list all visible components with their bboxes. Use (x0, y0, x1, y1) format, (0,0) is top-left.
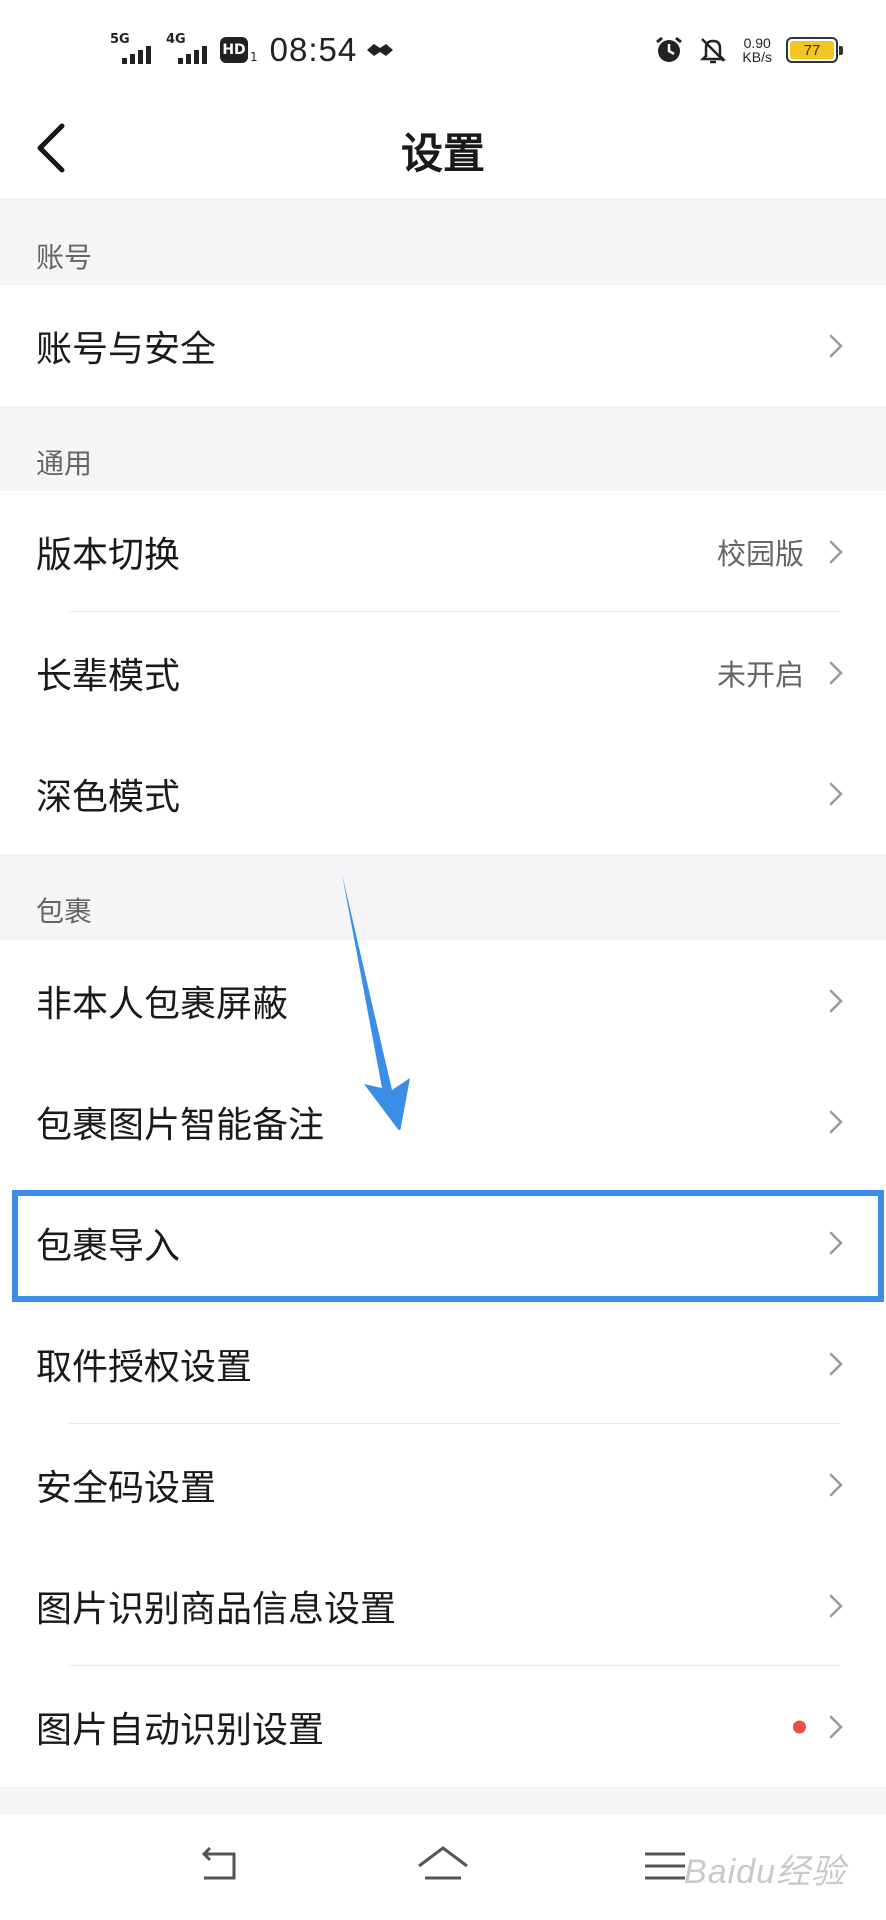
battery-level: 77 (790, 41, 834, 59)
item-value: 未开启 (716, 657, 804, 692)
item-label: 长辈模式 (36, 655, 181, 697)
chevron-right-icon (829, 1352, 843, 1375)
page-title: 设置 (400, 129, 485, 178)
handshake-icon (367, 44, 394, 56)
chevron-right-icon (829, 334, 843, 357)
alarm-icon (656, 36, 683, 62)
item-label: 账号与安全 (36, 328, 217, 370)
status-right: 0.90 KB/s 77 (654, 30, 843, 70)
signal-icon-2: 4G (164, 32, 212, 68)
status-time: 08:54 (269, 31, 358, 68)
chevron-right-icon (829, 1594, 843, 1617)
back-nav-icon[interactable] (190, 1836, 250, 1896)
chevron-right-icon (829, 782, 843, 805)
chevron-right-icon (829, 1473, 843, 1496)
item-label: 图片识别商品信息设置 (36, 1588, 397, 1630)
settings-item-package-photo-notes[interactable]: 包裹图片智能备注 (0, 1061, 886, 1182)
settings-item-account-security[interactable]: 账号与安全 (0, 285, 886, 406)
item-label: 深色模式 (36, 776, 181, 818)
settings-item-elder-mode[interactable]: 长辈模式 未开启 (0, 612, 886, 733)
signal-icon: 5G (108, 32, 156, 68)
hd-sub-label: 1 (250, 50, 258, 64)
settings-item-security-code[interactable]: 安全码设置 (0, 1424, 886, 1545)
settings-item-dark-mode[interactable]: 深色模式 (0, 733, 886, 854)
network-type-5g: 5G (110, 32, 130, 47)
section-title-general: 通用 (36, 447, 93, 480)
pointer-arrow-icon (342, 874, 410, 1130)
header: 设置 (0, 100, 886, 198)
item-value: 校园版 (716, 536, 804, 571)
settings-item-image-product-recognition[interactable]: 图片识别商品信息设置 (0, 1545, 886, 1666)
status-left: 5G 4G HD 1 08:54 (108, 28, 395, 72)
chevron-right-icon (829, 1110, 843, 1133)
notification-dot (793, 1720, 806, 1733)
settings-item-block-others-packages[interactable]: 非本人包裹屏蔽 (0, 940, 886, 1061)
item-label: 包裹图片智能备注 (36, 1104, 325, 1146)
system-nav-bar: Baidu经验 (0, 1814, 886, 1920)
status-bar: 5G 4G HD 1 08:54 0.90 KB/s 77 (0, 0, 886, 100)
settings-item-pickup-authorization[interactable]: 取件授权设置 (0, 1303, 886, 1424)
speed-unit: KB/s (742, 49, 772, 65)
speed-value: 0.90 (743, 35, 771, 51)
section-title-account: 账号 (36, 241, 93, 274)
chevron-right-icon (829, 989, 843, 1012)
highlight-box (12, 1190, 884, 1302)
item-label: 安全码设置 (36, 1467, 217, 1509)
settings-item-image-auto-recognition[interactable]: 图片自动识别设置 (0, 1666, 886, 1787)
item-label: 图片自动识别设置 (36, 1709, 325, 1751)
item-label: 非本人包裹屏蔽 (36, 983, 289, 1025)
hd-icon: HD (220, 37, 248, 63)
watermark: Baidu经验 (684, 1853, 846, 1891)
settings-item-version-switch[interactable]: 版本切换 校园版 (0, 491, 886, 612)
item-label: 取件授权设置 (36, 1346, 253, 1388)
chevron-right-icon (829, 1715, 843, 1738)
chevron-right-icon (829, 540, 843, 563)
network-speed: 0.90 KB/s (742, 36, 772, 64)
item-label: 版本切换 (36, 534, 181, 576)
chevron-right-icon (829, 661, 843, 684)
section-title-package: 包裹 (36, 895, 93, 928)
network-type-4g: 4G (166, 32, 186, 47)
home-nav-icon[interactable] (413, 1836, 473, 1896)
mute-icon (700, 38, 727, 64)
battery-icon: 77 (786, 37, 843, 63)
